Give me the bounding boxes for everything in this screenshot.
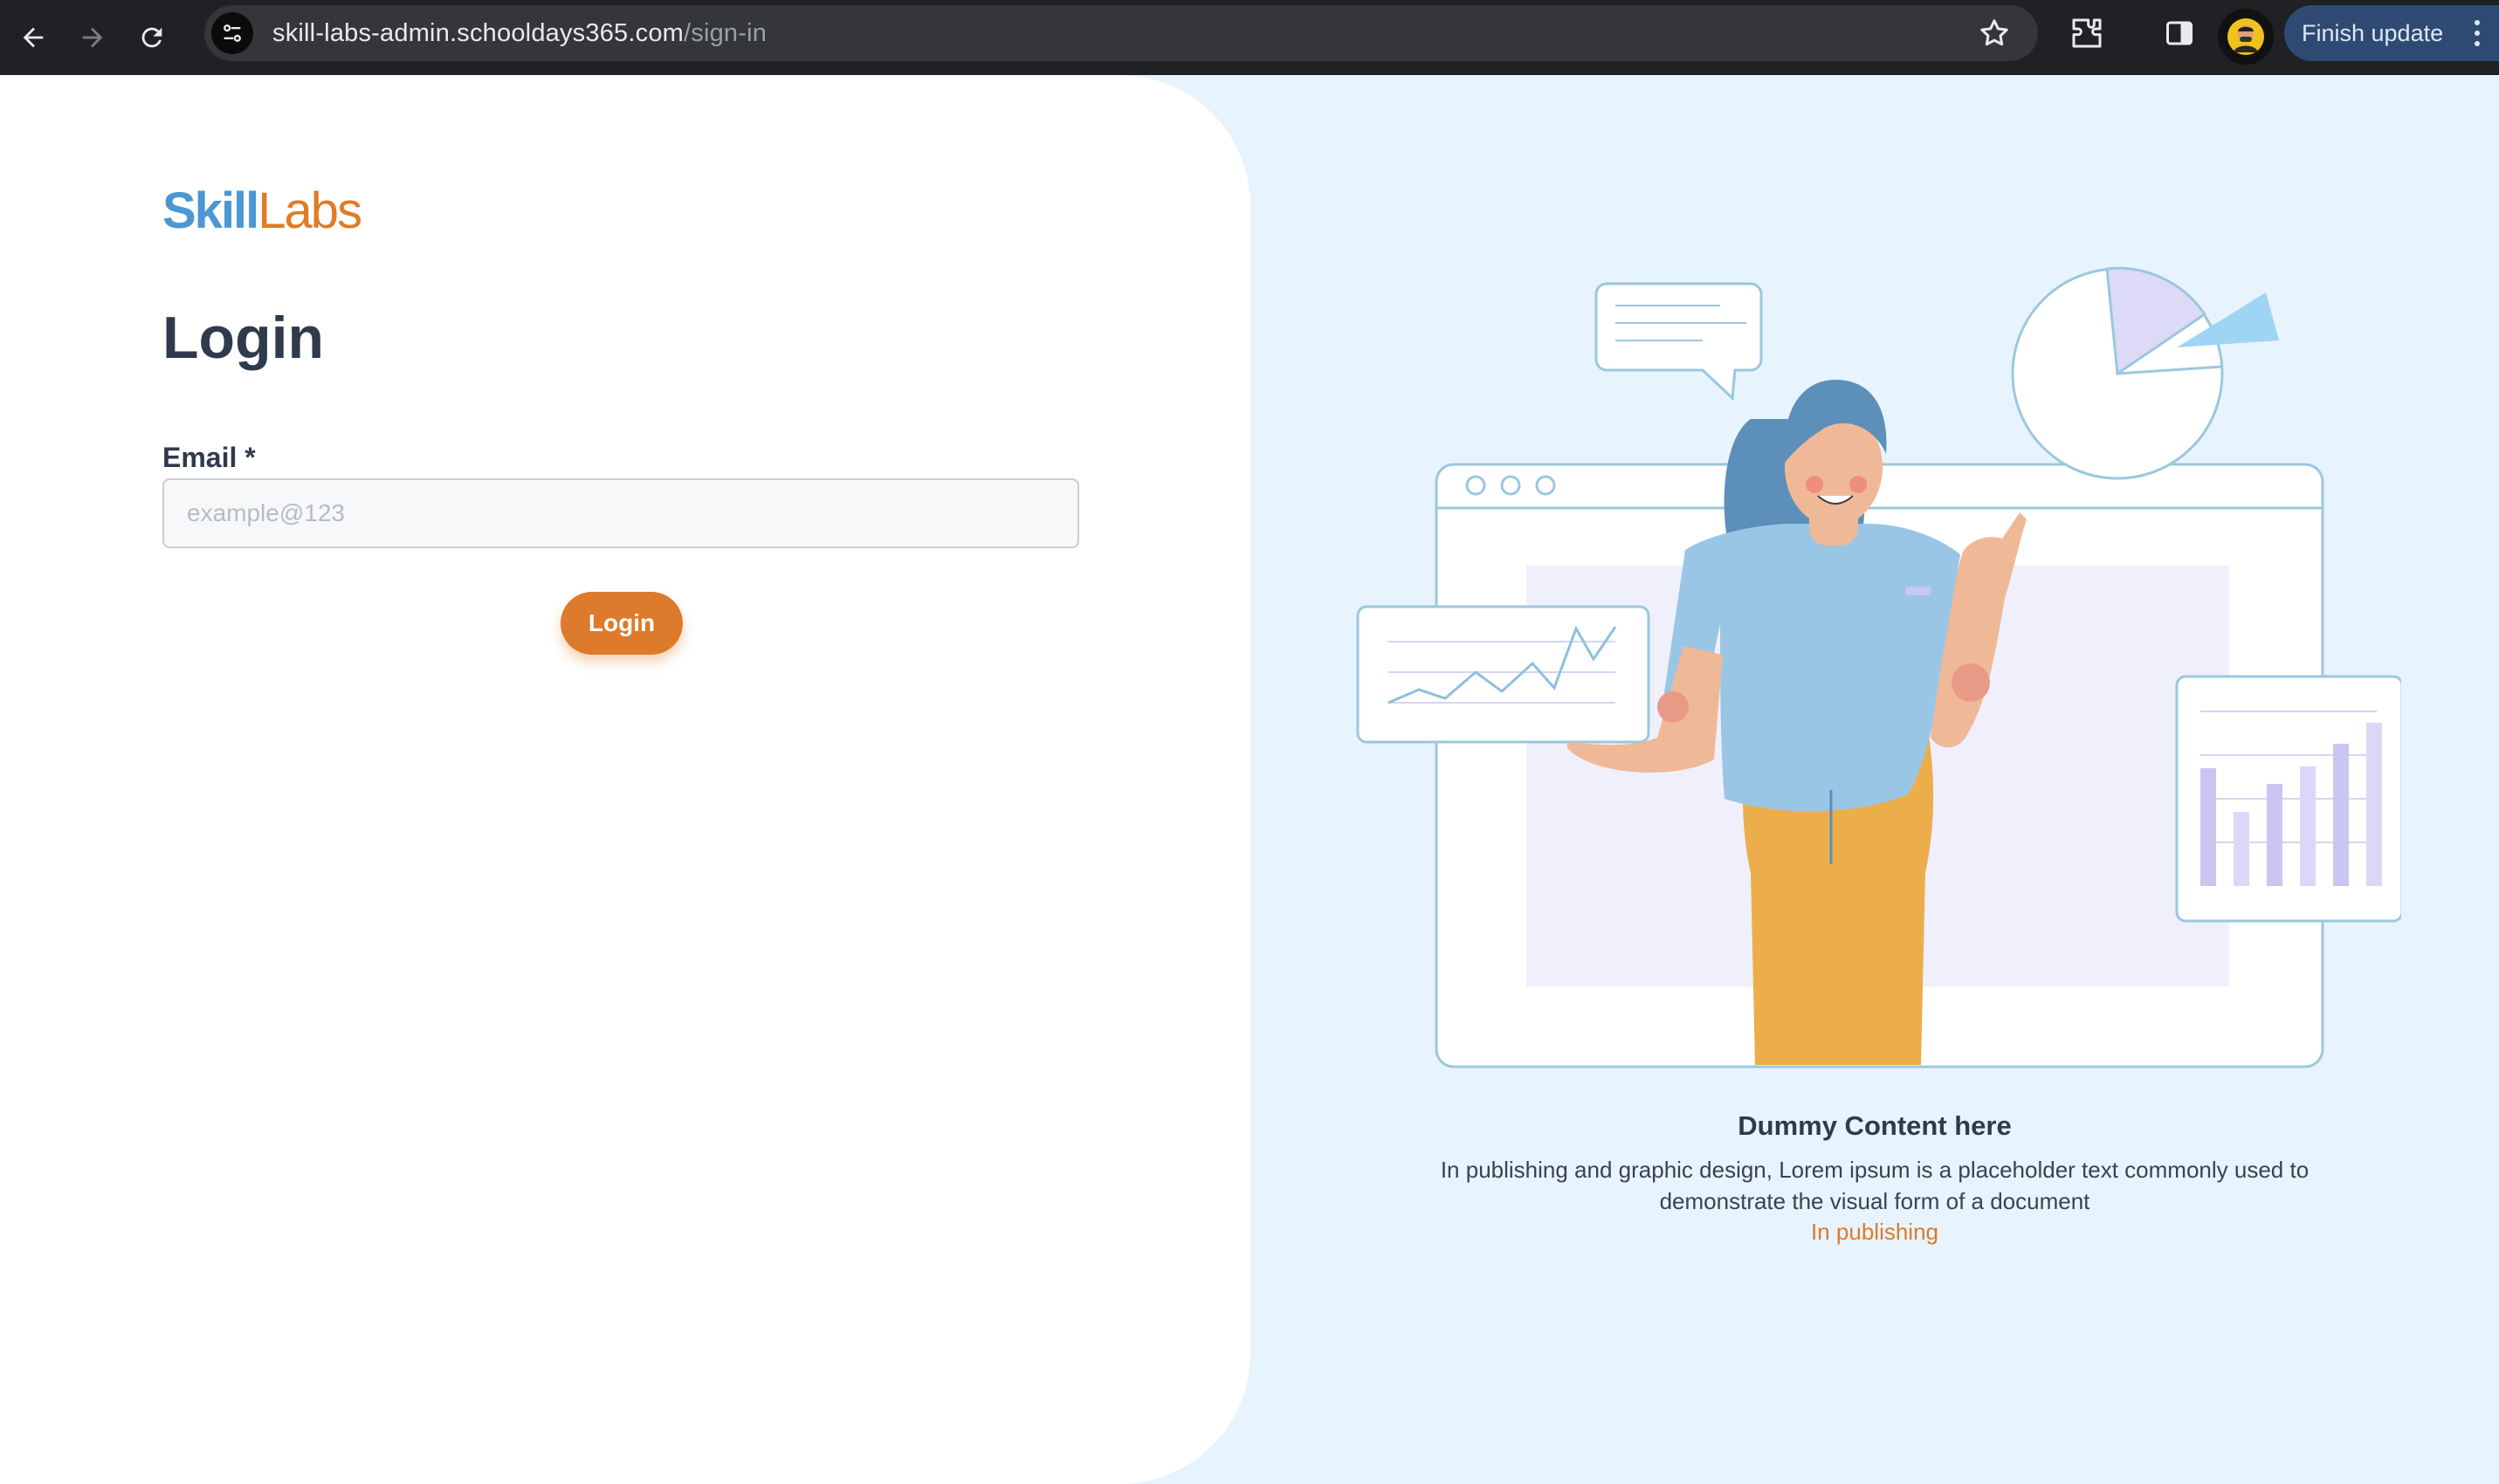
- url-path: /sign-in: [684, 18, 768, 47]
- more-vert-icon[interactable]: [2473, 17, 2482, 49]
- extensions-icon[interactable]: [2069, 16, 2104, 51]
- email-field[interactable]: [162, 478, 1079, 548]
- tune-icon: [224, 24, 241, 42]
- logo-part-1: Skill: [162, 182, 259, 239]
- line-chart-card-illustration: [1356, 605, 1650, 744]
- skilllabs-logo: SkillLabs: [162, 182, 362, 240]
- dashboard-illustration: [1356, 266, 2401, 1068]
- page-title: Login: [162, 305, 325, 371]
- bookmark-star-icon[interactable]: [1977, 16, 2012, 51]
- promo-title: Dummy Content here: [1738, 1110, 2012, 1141]
- promo-link[interactable]: In publishing: [1250, 1219, 2499, 1246]
- finish-update-button[interactable]: Finish update: [2284, 5, 2499, 61]
- address-bar[interactable]: skill-labs-admin.schooldays365.com/sign-…: [204, 5, 2038, 61]
- avatar-icon: [2227, 18, 2264, 55]
- login-card: SkillLabs Login Email * Login: [0, 75, 1250, 1484]
- back-button[interactable]: [7, 11, 59, 64]
- email-label: Email *: [162, 442, 256, 473]
- pie-chart-illustration: [2011, 266, 2279, 480]
- login-button[interactable]: Login: [561, 592, 683, 655]
- reload-button[interactable]: [126, 11, 178, 64]
- url-text: skill-labs-admin.schooldays365.com/sign-…: [272, 19, 767, 48]
- logo-part-2: Labs: [258, 182, 362, 239]
- browser-toolbar: skill-labs-admin.schooldays365.com/sign-…: [0, 0, 2499, 75]
- profile-avatar[interactable]: [2218, 9, 2274, 65]
- url-host: skill-labs-admin.schooldays365.com: [272, 18, 684, 47]
- speech-bubble-illustration: [1594, 282, 1763, 402]
- side-panel-icon[interactable]: [2164, 17, 2195, 49]
- site-info-button[interactable]: [211, 12, 253, 54]
- forward-button[interactable]: [66, 11, 119, 64]
- finish-update-label: Finish update: [2302, 19, 2444, 46]
- bar-chart-card-illustration: [2175, 675, 2401, 923]
- reload-icon: [141, 27, 162, 48]
- arrow-right-icon: [82, 27, 103, 48]
- promo-description: In publishing and graphic design, Lorem …: [1440, 1157, 2310, 1214]
- arrow-left-icon: [23, 27, 44, 48]
